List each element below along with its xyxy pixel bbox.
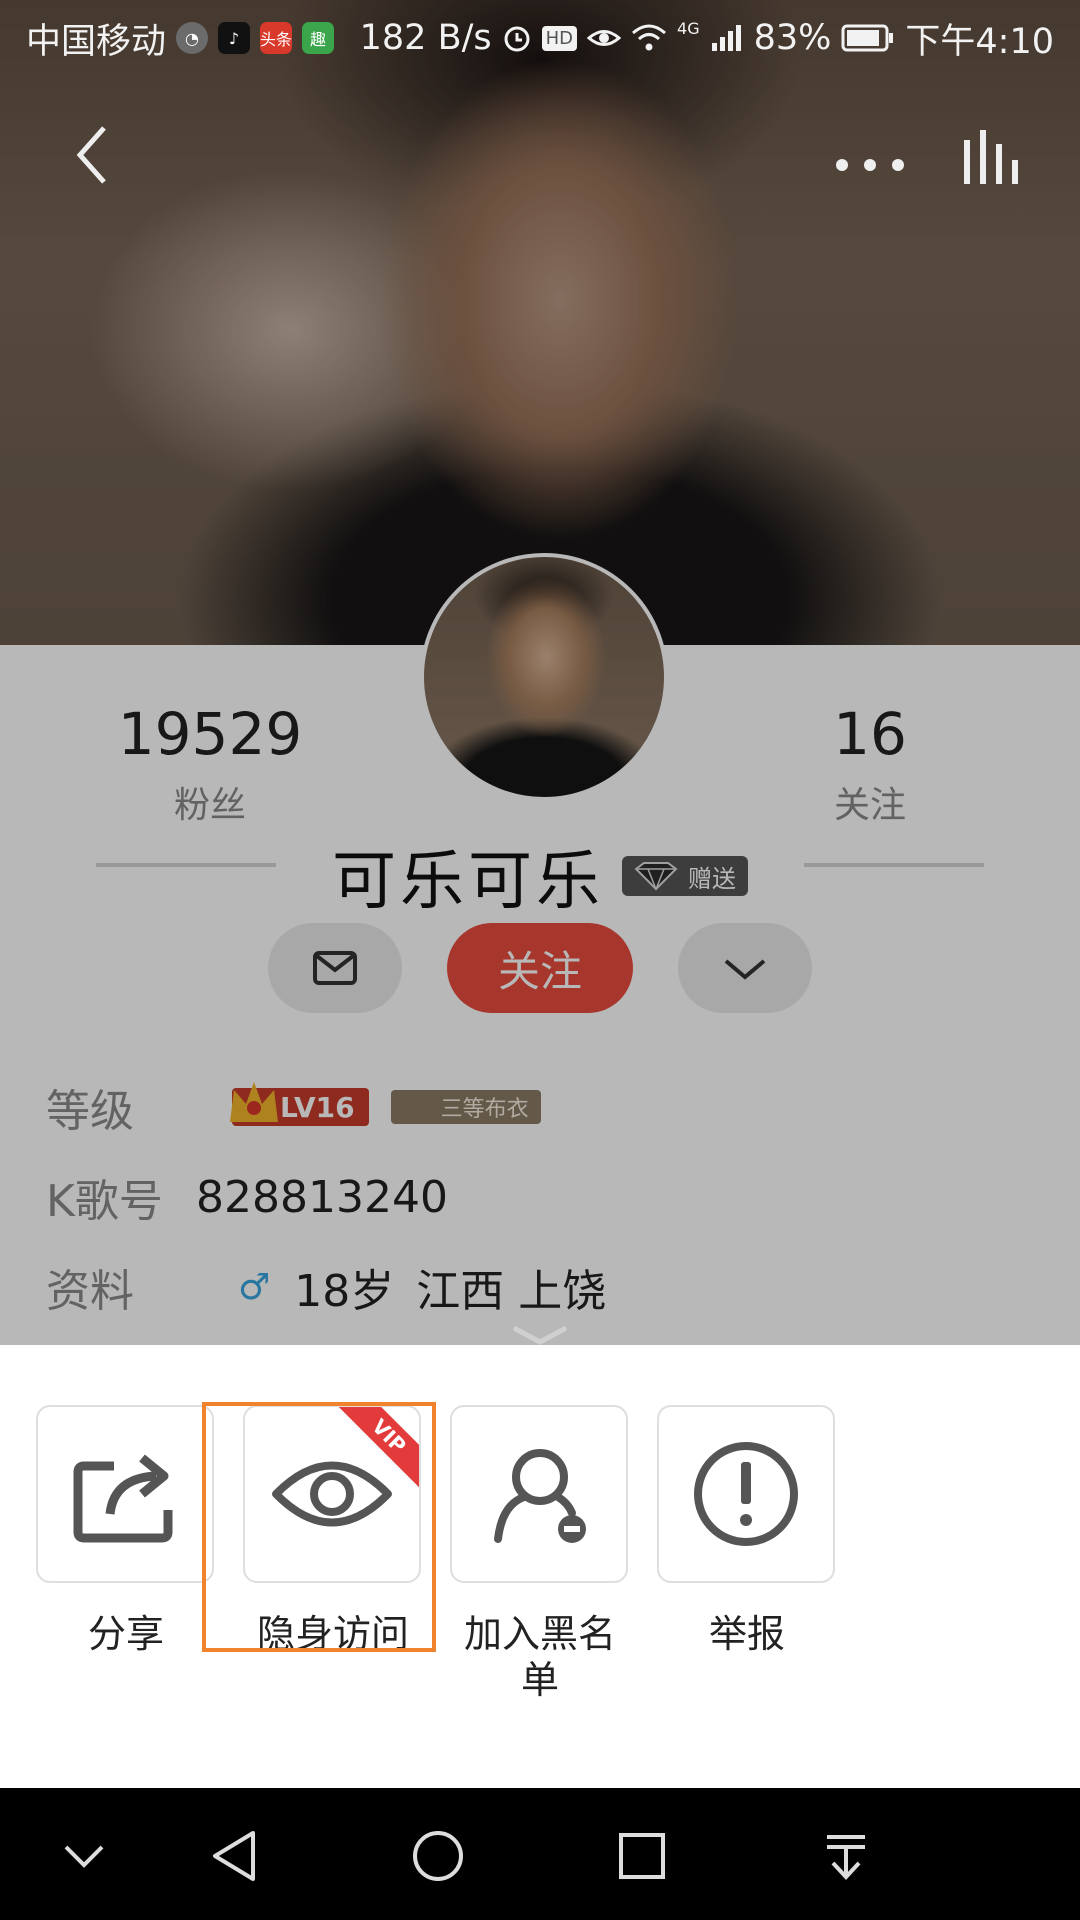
home-circle-icon xyxy=(413,1831,463,1881)
report-card[interactable] xyxy=(657,1405,835,1583)
network-type: 4G xyxy=(677,18,700,38)
toutiao-icon: 头条 xyxy=(260,22,292,54)
share-icon xyxy=(73,1454,173,1543)
action-sheet: 分享 VIP 隐身访问 加入黑名单 举报 xyxy=(0,1345,1080,1788)
report-icon xyxy=(694,1442,798,1546)
notification-pulldown-button[interactable] xyxy=(814,1824,878,1888)
net-speed: 182 B/s xyxy=(359,18,492,58)
more-dots-icon xyxy=(836,159,904,171)
alarm-icon xyxy=(502,23,532,53)
back-triangle-icon xyxy=(213,1831,255,1881)
share-action[interactable]: 分享 xyxy=(36,1405,216,1657)
battery-icon xyxy=(841,24,895,52)
hd-icon: HD xyxy=(541,25,578,51)
share-label: 分享 xyxy=(87,1612,164,1656)
music-chart-button[interactable] xyxy=(960,120,1030,190)
pull-down-icon xyxy=(827,1835,865,1880)
battery-percent: 83% xyxy=(753,18,832,58)
signal-icon xyxy=(710,23,744,53)
app-notification-icon: ◔ xyxy=(176,22,209,54)
report-action[interactable]: 举报 xyxy=(657,1405,837,1657)
qutoutiao-icon: 趣 xyxy=(302,22,335,54)
highlight-box xyxy=(202,1402,436,1652)
modal-backdrop[interactable] xyxy=(0,0,1080,1345)
status-bar: 中国移动 ◔ ♪ 头条 趣 182 B/s HD 4G 83% 下午4:10 xyxy=(0,0,1080,76)
top-nav xyxy=(0,110,1080,200)
nav-recents-button[interactable] xyxy=(610,1824,674,1888)
carrier-name: 中国移动 xyxy=(26,21,167,62)
bar-chart-icon xyxy=(964,130,1018,184)
hide-nav-button[interactable] xyxy=(52,1824,116,1888)
system-nav-bar xyxy=(0,1788,1080,1920)
back-arrow-icon xyxy=(76,126,106,184)
report-label: 举报 xyxy=(708,1612,785,1656)
block-user-icon xyxy=(494,1449,586,1543)
share-card[interactable] xyxy=(36,1405,214,1583)
clock: 下午4:10 xyxy=(905,21,1054,62)
wifi-icon xyxy=(631,23,667,53)
chevron-down-icon xyxy=(64,1845,104,1868)
back-button[interactable] xyxy=(60,120,130,190)
blacklist-action[interactable]: 加入黑名单 xyxy=(450,1405,630,1703)
blacklist-card[interactable] xyxy=(450,1405,628,1583)
recents-square-icon xyxy=(619,1833,665,1879)
nav-back-button[interactable] xyxy=(202,1824,266,1888)
eye-comfort-icon xyxy=(587,25,622,51)
more-options-button[interactable] xyxy=(830,120,910,190)
blacklist-label: 加入黑名单 xyxy=(463,1612,616,1702)
nav-home-button[interactable] xyxy=(406,1824,470,1888)
tiktok-icon: ♪ xyxy=(218,22,251,54)
